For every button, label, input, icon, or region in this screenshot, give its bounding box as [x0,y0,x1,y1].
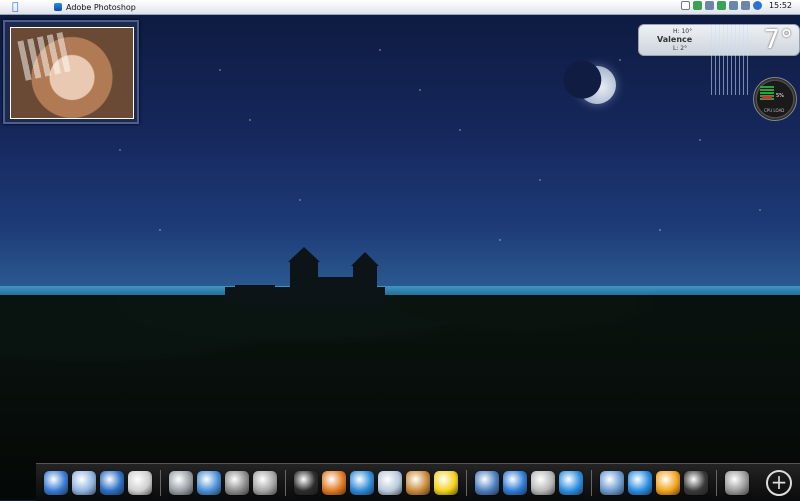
photo-widget[interactable] [3,20,139,124]
gauge-needle-icon [762,96,772,99]
play-icon[interactable] [656,470,680,495]
weather-city: Valence [657,35,693,44]
castle-silhouette [225,247,385,305]
disk-icon[interactable] [225,470,249,495]
feather-icon[interactable] [350,470,374,495]
photo-image [10,27,134,119]
podcast-icon[interactable] [531,470,555,495]
menu-bar:  Adobe Photoshop 15:52 [0,0,800,15]
weather-high: H: 10° [673,28,693,35]
drive-icon[interactable] [169,470,193,495]
waveform-icon[interactable] [378,470,402,495]
disk2-icon[interactable] [253,470,277,495]
photo-detail [17,31,75,81]
ie-icon[interactable] [503,470,527,495]
apple-menu-icon[interactable]:  [12,1,24,13]
volume-icon[interactable] [740,1,750,10]
window-icon[interactable] [680,1,690,10]
dock-separator [591,469,592,496]
rain-icon [711,25,751,95]
radiation-icon[interactable] [434,470,458,495]
dock-items [42,469,751,496]
scanner-icon[interactable] [197,470,221,495]
cpu-percent: 5% [776,93,784,99]
weather-temperature: 7° [763,25,793,55]
photoshop-app-icon [54,3,62,11]
add-dock-item-icon[interactable]: + [766,470,792,496]
dock-separator [716,469,717,496]
mail-icon[interactable] [475,470,499,495]
active-app-name[interactable]: Adobe Photoshop [66,3,136,12]
firefox-icon[interactable] [322,470,346,495]
quicktime-icon[interactable] [628,470,652,495]
wifi-icon[interactable] [728,1,738,10]
dock: + [36,463,800,501]
music-icon[interactable] [692,1,702,10]
weather-low: L: 2° [673,45,688,52]
dock-separator [285,469,286,496]
dock-separator [160,469,161,496]
network-icon[interactable] [704,1,714,10]
menu-clock[interactable]: 15:52 [769,1,792,10]
finder-icon[interactable] [44,470,68,495]
film-icon[interactable] [684,470,708,495]
trash-icon[interactable] [725,470,749,495]
apple-icon[interactable] [128,470,152,495]
desktop-icon[interactable] [72,470,96,495]
weather-widget[interactable]: H: 10° Valence L: 2° 7° [638,24,800,95]
globe-icon[interactable] [100,470,124,495]
chat-icon[interactable] [559,470,583,495]
search-icon[interactable] [752,1,762,10]
system-tray: 15:52 [680,1,792,10]
moon-icon [572,60,622,110]
dock-separator [466,469,467,496]
cpu-label: CPU LOAD [764,108,785,113]
itunes-icon[interactable] [600,470,624,495]
people-icon[interactable] [716,1,726,10]
speaker-icon[interactable] [294,470,318,495]
photos-icon[interactable] [406,470,430,495]
cpu-gauge-widget[interactable]: 5% CPU LOAD [753,77,797,121]
